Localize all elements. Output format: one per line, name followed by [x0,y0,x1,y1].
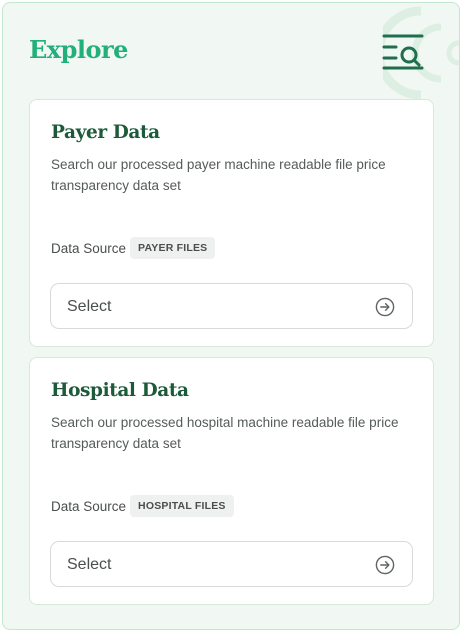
hospital-data-card: Hospital Data Search our processed hospi… [29,357,434,605]
select-placeholder: Select [67,556,112,573]
select-placeholder: Select [67,298,112,315]
card-title: Payer Data [51,122,160,143]
menu-search-icon[interactable] [382,33,424,73]
data-source-label: Data Source [51,498,127,514]
payer-select-dropdown[interactable]: Select [50,283,413,329]
data-source-row: Data Source PAYER FILES [51,236,216,260]
card-description: Search our processed hospital machine re… [51,415,399,451]
data-source-row: Data Source HOSPITAL FILES [51,494,234,518]
arrow-circle-right-icon [375,297,395,317]
data-source-label: Data Source [51,240,127,256]
data-source-badge: PAYER FILES [130,237,216,259]
explore-panel: Explore Payer Data Search our processed … [2,2,460,630]
arrow-circle-right-icon [375,555,395,575]
payer-data-card: Payer Data Search our processed payer ma… [29,99,434,347]
hospital-select-dropdown[interactable]: Select [50,541,413,587]
explore-header: Explore [29,33,433,73]
card-title: Hospital Data [51,380,189,401]
explore-title: Explore [29,35,128,64]
card-description: Search our processed payer machine reada… [51,157,386,193]
data-source-badge: HOSPITAL FILES [130,495,234,517]
